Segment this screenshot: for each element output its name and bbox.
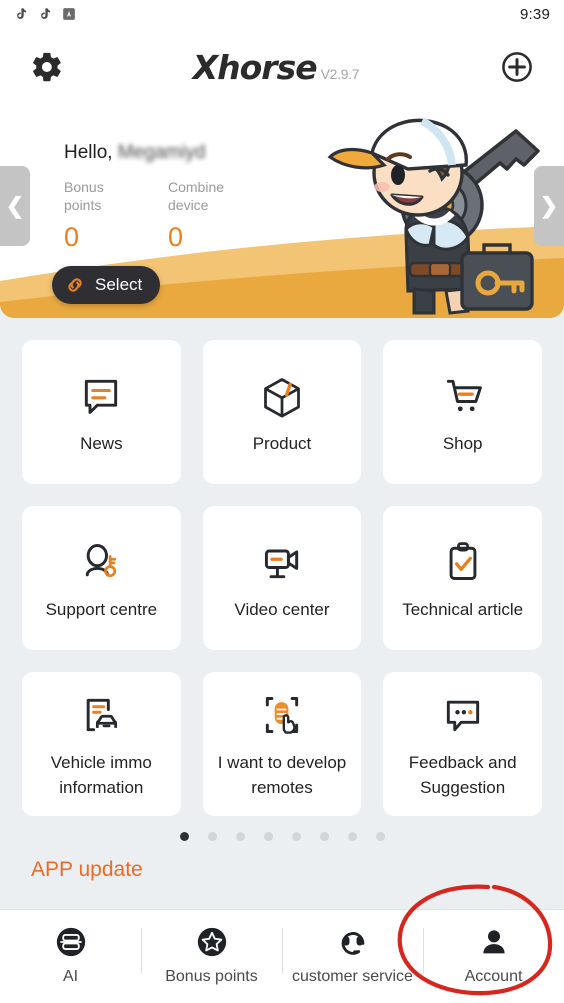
grid-item-label: Support centre [45, 599, 158, 619]
grid-item-label: Shop [442, 433, 483, 453]
stat-combine-device[interactable]: Combine device 0 [168, 178, 272, 252]
grid-item-develop-remotes[interactable]: I want to develop remotes [202, 672, 362, 816]
chevron-right-icon: ❯ [539, 193, 559, 218]
grid-item-label: Product [252, 433, 312, 453]
person-icon [477, 922, 511, 962]
hero-text-block: Hello, Megamiyd Bonus points 0 Combine d… [64, 142, 272, 252]
nav-item-bonus-points[interactable]: Bonus points [141, 922, 282, 986]
nav-item-customer-service[interactable]: customer service [282, 922, 423, 986]
greeting-username: Megamiyd [117, 142, 206, 163]
clipboard-check-icon [441, 535, 485, 589]
grid-item-news[interactable]: News [22, 340, 181, 484]
gear-icon[interactable] [30, 50, 64, 84]
nav-item-account[interactable]: Account [423, 922, 564, 986]
status-bar: 9:39 [0, 0, 564, 28]
app-header: Xhorse V2.9.7 [0, 28, 564, 106]
bottom-navigation: AI Bonus points customer service Account [0, 909, 564, 1003]
app-logo: Xhorse V2.9.7 [193, 48, 360, 87]
pager-dot[interactable] [179, 832, 189, 841]
grid-item-label: I want to develop remotes [217, 753, 347, 797]
pager-dots[interactable] [0, 832, 564, 841]
pager-dot[interactable] [235, 832, 245, 841]
app-version: V2.9.7 [320, 65, 360, 82]
app-badge-icon [63, 8, 75, 20]
link-icon [68, 278, 82, 292]
news-bubble-icon [79, 369, 123, 423]
grid-item-vehicle-immo-information[interactable]: Vehicle immo information [22, 672, 181, 816]
grid-item-label: Feedback and Suggestion [408, 753, 517, 797]
grid-item-technical-article[interactable]: Technical article [383, 506, 542, 650]
cart-icon [441, 369, 485, 423]
grid-item-support-centre[interactable]: Support centre [22, 506, 181, 650]
hero-banner[interactable]: Hello, Megamiyd Bonus points 0 Combine d… [0, 106, 564, 318]
tiktok-icon [17, 7, 27, 19]
nav-item-ai[interactable]: AI [0, 922, 141, 986]
feedback-bubble-icon [441, 688, 485, 742]
status-bar-time: 9:39 [520, 5, 550, 23]
plus-circle-icon[interactable] [500, 50, 534, 84]
video-camera-icon [260, 535, 304, 589]
hero-stats: Bonus points 0 Combine device 0 [64, 178, 272, 252]
app-update-link[interactable]: APP update [31, 858, 564, 882]
status-bar-icons [14, 6, 76, 23]
grid-item-product[interactable]: Product [202, 340, 362, 484]
select-button[interactable]: Select [52, 266, 161, 304]
grid-item-label: Vehicle immo information [50, 753, 152, 797]
hero-next-arrow[interactable]: ❯ [534, 166, 564, 246]
pager-dot[interactable] [347, 832, 357, 841]
nav-item-label: customer service [292, 968, 413, 985]
stat-label: Combine device [168, 179, 225, 213]
grid-item-feedback-suggestion[interactable]: Feedback and Suggestion [383, 672, 542, 816]
greeting-text: Hello, Megamiyd [64, 142, 272, 164]
grid-item-label: News [80, 433, 123, 453]
app-screen: 9:39 Xhorse V2.9.7 Hello, Megamiyd Bonus… [0, 0, 564, 1003]
feature-grid: News Product Shop Support centre Video c… [0, 318, 564, 816]
nav-item-label: Account [464, 968, 523, 985]
chevron-left-icon: ❮ [5, 193, 25, 218]
grid-item-shop[interactable]: Shop [383, 340, 542, 484]
grid-item-label: Video center [234, 599, 330, 619]
nav-item-label: AI [62, 968, 79, 985]
stat-bonus-points[interactable]: Bonus points 0 [64, 178, 168, 252]
box-icon [260, 369, 304, 423]
remote-hand-icon [260, 688, 304, 742]
stat-value: 0 [168, 222, 184, 252]
greeting-prefix: Hello, [64, 142, 118, 163]
hero-prev-arrow[interactable]: ❮ [0, 166, 30, 246]
grid-item-video-center[interactable]: Video center [202, 506, 362, 650]
stat-value: 0 [64, 222, 80, 252]
car-document-icon [79, 688, 123, 742]
pager-dot[interactable] [319, 832, 329, 841]
nav-item-label: Bonus points [165, 968, 258, 985]
logo-text: Xhorse [192, 47, 318, 87]
grid-item-label: Technical article [402, 599, 524, 619]
ai-icon [54, 922, 88, 962]
star-badge-icon [195, 922, 229, 962]
support-person-key-icon [79, 535, 123, 589]
pager-dot[interactable] [291, 832, 301, 841]
pager-dot[interactable] [263, 832, 273, 841]
headset-icon [336, 922, 370, 962]
pager-dot[interactable] [207, 832, 217, 841]
tiktok-icon [41, 7, 51, 19]
select-button-label: Select [95, 275, 143, 294]
pager-dot[interactable] [375, 832, 385, 841]
stat-label: Bonus points [64, 179, 104, 213]
mascot-key-boy [327, 117, 540, 315]
